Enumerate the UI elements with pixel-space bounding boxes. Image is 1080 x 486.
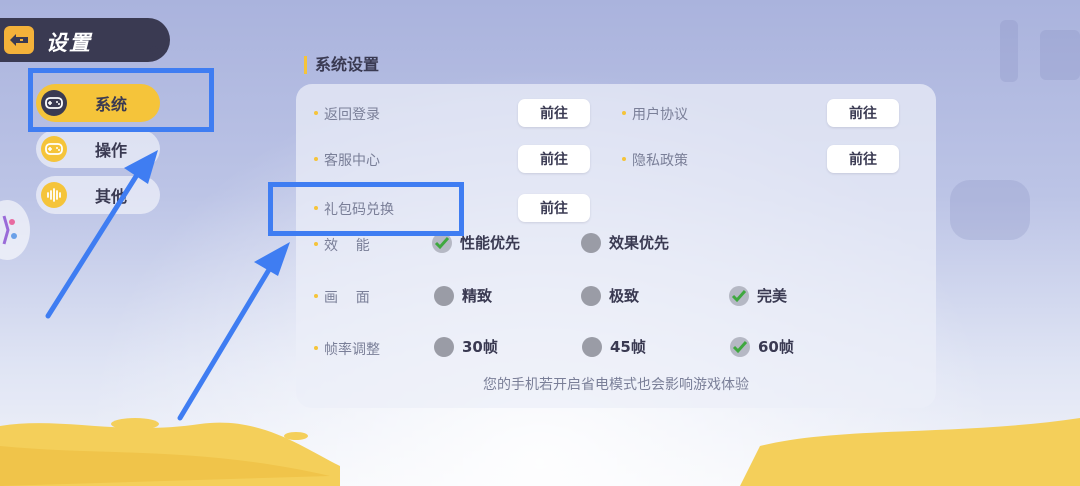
arrow-head-gift [254,242,290,276]
arrow-line-gift [177,265,273,421]
arrow-line-system [45,167,143,319]
arrow-head-system [124,150,158,184]
annotation-arrows [45,150,290,421]
